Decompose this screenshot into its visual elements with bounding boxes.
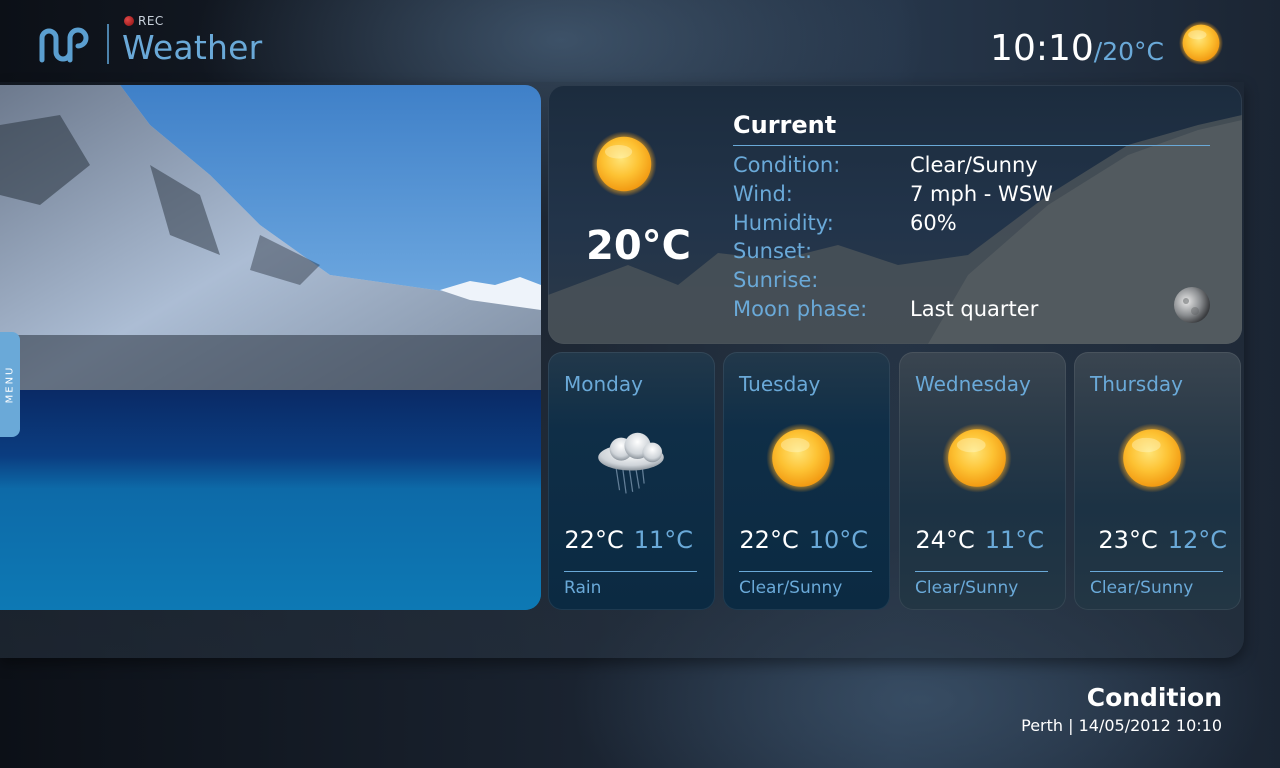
sun-icon: [1178, 20, 1224, 66]
footer-location-datetime: Perth | 14/05/2012 10:10: [1021, 716, 1222, 735]
rain-cloud-icon: [598, 432, 664, 494]
current-conditions-panel: 20°C Current Condition: Clear/Sunny Wind…: [548, 85, 1242, 344]
forecast-high: 22°C: [739, 526, 799, 554]
rec-label: REC: [138, 14, 164, 28]
detail-row-condition: Condition: Clear/Sunny: [733, 151, 1053, 180]
moon-icon: [1174, 287, 1210, 323]
forecast-temperatures: 22°C 11°C: [548, 526, 715, 554]
detail-value: 60%: [910, 210, 957, 235]
detail-value: 7 mph - WSW: [910, 182, 1053, 207]
background-photo: [0, 85, 541, 610]
detail-row-humidity: Humidity: 60%: [733, 208, 1053, 237]
forecast-day: Tuesday: [739, 372, 821, 396]
header-clock: 10:10 /20°C: [990, 28, 1164, 69]
menu-tab[interactable]: MENU: [0, 332, 20, 437]
app-title: Weather: [122, 28, 263, 67]
detail-row-sunrise: Sunrise:: [733, 266, 1053, 295]
forecast-condition: Clear/Sunny: [739, 578, 843, 598]
forecast-temperatures: 23°C 12°C: [1074, 526, 1241, 554]
forecast-divider: [915, 571, 1048, 572]
detail-value: Last quarter: [910, 296, 1039, 321]
forecast-divider: [1090, 571, 1223, 572]
detail-row-wind: Wind: 7 mph - WSW: [733, 180, 1053, 209]
detail-label: Condition:: [733, 153, 841, 178]
forecast-low: 11°C: [984, 526, 1044, 554]
current-details: Condition: Clear/Sunny Wind: 7 mph - WSW…: [733, 151, 1053, 323]
forecast-condition: Clear/Sunny: [915, 578, 1019, 598]
current-title: Current: [733, 111, 837, 139]
mountain-lake-image: [0, 85, 541, 610]
clock-time: 10:10: [990, 28, 1094, 69]
forecast-high: 24°C: [915, 526, 975, 554]
detail-label: Wind:: [733, 182, 793, 207]
forecast-card-thursday[interactable]: Thursday 23°C 12°C Clear/Sunny: [1074, 352, 1241, 610]
detail-value: Clear/Sunny: [910, 153, 1038, 178]
forecast-low: 10°C: [808, 526, 868, 554]
forecast-card-wednesday[interactable]: Wednesday 24°C 11°C Clear/Sunny: [899, 352, 1066, 610]
forecast-divider: [564, 571, 697, 572]
current-divider: [733, 145, 1210, 146]
forecast-high: 23°C: [1098, 526, 1158, 554]
forecast-divider: [739, 571, 872, 572]
sun-icon: [765, 422, 837, 494]
detail-label: Sunrise:: [733, 268, 819, 293]
forecast-card-tuesday[interactable]: Tuesday 22°C 10°C Clear/Sunny: [723, 352, 890, 610]
forecast-temperatures: 24°C 11°C: [899, 526, 1066, 554]
detail-label: Moon phase:: [733, 296, 868, 321]
forecast-low: 12°C: [1167, 526, 1227, 554]
rec-indicator: REC: [124, 14, 164, 28]
detail-label: Sunset:: [733, 239, 813, 264]
detail-row-moon-phase: Moon phase: Last quarter: [733, 294, 1053, 323]
forecast-low: 11°C: [633, 526, 693, 554]
clock-temperature: /20°C: [1093, 37, 1164, 66]
forecast-condition: Clear/Sunny: [1090, 578, 1194, 598]
sun-icon: [1116, 422, 1188, 494]
detail-label: Humidity:: [733, 210, 834, 235]
sun-icon: [590, 130, 658, 198]
forecast-card-monday[interactable]: Monday 22°C 11°C Rain: [548, 352, 715, 610]
logo-separator: [107, 24, 109, 64]
app-logo-icon: [39, 27, 89, 63]
forecast-high: 22°C: [564, 526, 624, 554]
current-temperature: 20°C: [586, 223, 692, 269]
footer-title: Condition: [1086, 683, 1222, 712]
sun-icon: [941, 422, 1013, 494]
forecast-day: Monday: [564, 372, 643, 396]
menu-label: MENU: [4, 365, 16, 404]
detail-row-sunset: Sunset:: [733, 237, 1053, 266]
forecast-condition: Rain: [564, 578, 602, 598]
forecast-day: Wednesday: [915, 372, 1031, 396]
record-dot-icon: [124, 16, 134, 26]
forecast-temperatures: 22°C 10°C: [723, 526, 890, 554]
forecast-day: Thursday: [1090, 372, 1183, 396]
